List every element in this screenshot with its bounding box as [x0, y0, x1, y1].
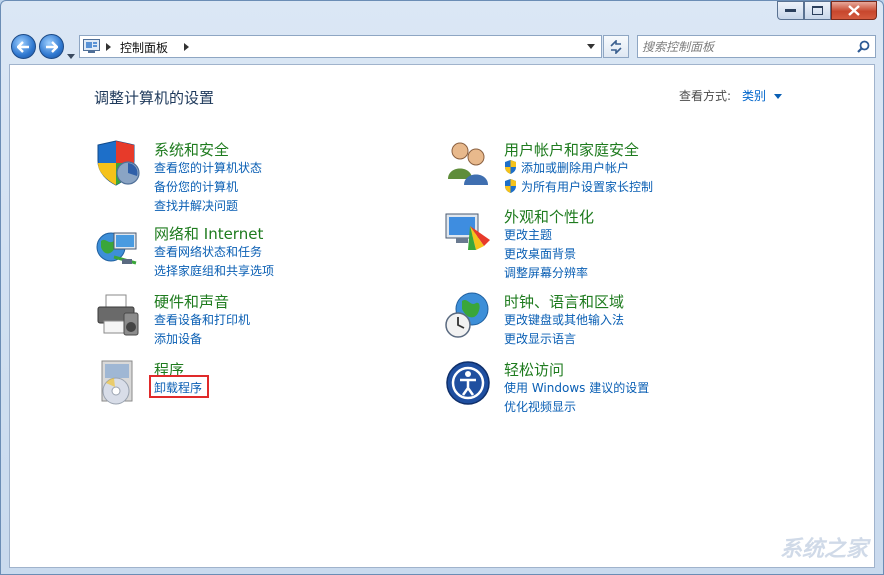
link-label: 为所有用户设置家长控制: [521, 180, 654, 194]
category-appearance: 外观和个性化 更改主题 更改桌面背景 调整屏幕分辨率: [444, 206, 774, 280]
control-panel-window: 控制面板 调整计算机的设置 查看方式: 类别: [0, 0, 884, 575]
link-adjust-resolution[interactable]: 调整屏幕分辨率: [504, 264, 588, 281]
category-title-hardware-sound[interactable]: 硬件和声音: [154, 291, 229, 312]
link-label: 添加或删除用户帐户: [521, 161, 630, 175]
link-homegroup-sharing[interactable]: 选择家庭组和共享选项: [154, 262, 274, 279]
maximize-icon: [812, 6, 823, 15]
content-pane: 调整计算机的设置 查看方式: 类别 系统和安全 查看您的计算机状态 备份您的计算…: [9, 64, 875, 568]
breadcrumb-control-panel[interactable]: 控制面板: [120, 39, 168, 56]
forward-arrow-icon: [46, 40, 58, 53]
category-title-ease-of-access[interactable]: 轻松访问: [504, 359, 564, 380]
category-user-accounts: 用户帐户和家庭安全 添加或删除用户帐户 为所有用户设置家长控制: [444, 139, 774, 199]
page-title: 调整计算机的设置: [94, 89, 215, 107]
link-view-network-status[interactable]: 查看网络状态和任务: [154, 243, 262, 260]
address-history-dropdown-icon[interactable]: [587, 44, 595, 49]
link-change-display-language[interactable]: 更改显示语言: [504, 330, 576, 347]
category-title-user-accounts[interactable]: 用户帐户和家庭安全: [504, 139, 639, 160]
title-bar: [1, 1, 883, 31]
category-title-appearance[interactable]: 外观和个性化: [504, 206, 594, 227]
search-input[interactable]: [642, 38, 847, 55]
uac-shield-icon: [505, 160, 516, 174]
category-title-system-security[interactable]: 系统和安全: [154, 139, 229, 160]
ease-of-access-icon: [446, 361, 490, 405]
link-find-fix-problems[interactable]: 查找并解决问题: [154, 197, 238, 214]
category-ease-of-access: 轻松访问 使用 Windows 建议的设置 优化视频显示: [444, 359, 774, 419]
back-arrow-icon: [17, 40, 29, 53]
maximize-button[interactable]: [804, 1, 831, 20]
view-by-dropdown[interactable]: 类别: [742, 87, 782, 104]
address-bar[interactable]: 控制面板: [79, 35, 602, 58]
category-clock-language-region: 时钟、语言和区域 更改键盘或其他输入法 更改显示语言: [444, 291, 774, 351]
recent-pages-dropdown[interactable]: [67, 44, 75, 63]
category-hardware-sound: 硬件和声音 查看设备和打印机 添加设备: [94, 291, 394, 351]
navigation-bar: 控制面板: [1, 31, 883, 63]
close-button[interactable]: [831, 1, 877, 20]
category-title-clock-language-region[interactable]: 时钟、语言和区域: [504, 291, 624, 312]
search-box[interactable]: [637, 35, 876, 58]
category-programs: 程序 卸载程序: [94, 359, 394, 419]
link-parental-controls[interactable]: 为所有用户设置家长控制: [504, 178, 653, 195]
category-title-network-internet[interactable]: 网络和 Internet: [154, 223, 263, 244]
close-icon: [848, 5, 860, 16]
link-change-input-methods[interactable]: 更改键盘或其他输入法: [504, 311, 624, 328]
highlight-box: [149, 375, 209, 398]
shield-icon: [97, 140, 140, 186]
link-add-remove-accounts[interactable]: 添加或删除用户帐户: [504, 159, 629, 176]
link-change-theme[interactable]: 更改主题: [504, 226, 552, 243]
breadcrumb-expand-icon[interactable]: [184, 43, 189, 51]
programs-disc-icon: [101, 360, 133, 405]
chevron-down-icon: [773, 94, 782, 99]
appearance-monitor-icon: [445, 213, 490, 250]
chevron-down-icon: [67, 54, 75, 59]
printer-icon: [97, 294, 139, 336]
breadcrumb-separator-icon: [106, 43, 111, 51]
forward-button[interactable]: [39, 34, 64, 59]
watermark: 系统之家: [779, 537, 868, 562]
link-optimize-visual-display[interactable]: 优化视频显示: [504, 398, 576, 415]
link-add-device[interactable]: 添加设备: [154, 330, 202, 347]
minimize-button[interactable]: [777, 1, 804, 20]
view-by-label: 查看方式:: [679, 89, 732, 103]
back-button[interactable]: [11, 34, 36, 59]
network-globe-icon: [96, 232, 137, 265]
uac-shield-icon: [505, 179, 516, 193]
refresh-icon: [610, 39, 622, 54]
view-by-value: 类别: [742, 89, 767, 103]
control-panel-icon: [83, 39, 100, 53]
link-check-computer-status[interactable]: 查看您的计算机状态: [154, 159, 262, 176]
clock-globe-icon: [445, 292, 489, 338]
category-network-internet: 网络和 Internet 查看网络状态和任务 选择家庭组和共享选项: [94, 223, 394, 283]
users-icon: [448, 142, 488, 185]
link-change-desktop-background[interactable]: 更改桌面背景: [504, 245, 576, 262]
search-icon[interactable]: [857, 40, 870, 53]
link-view-devices-printers[interactable]: 查看设备和打印机: [154, 311, 250, 328]
minimize-icon: [785, 8, 796, 12]
refresh-button[interactable]: [603, 35, 629, 58]
link-windows-suggested-settings[interactable]: 使用 Windows 建议的设置: [504, 379, 649, 396]
link-back-up-computer[interactable]: 备份您的计算机: [154, 178, 238, 195]
category-system-security: 系统和安全 查看您的计算机状态 备份您的计算机 查找并解决问题: [94, 139, 394, 213]
